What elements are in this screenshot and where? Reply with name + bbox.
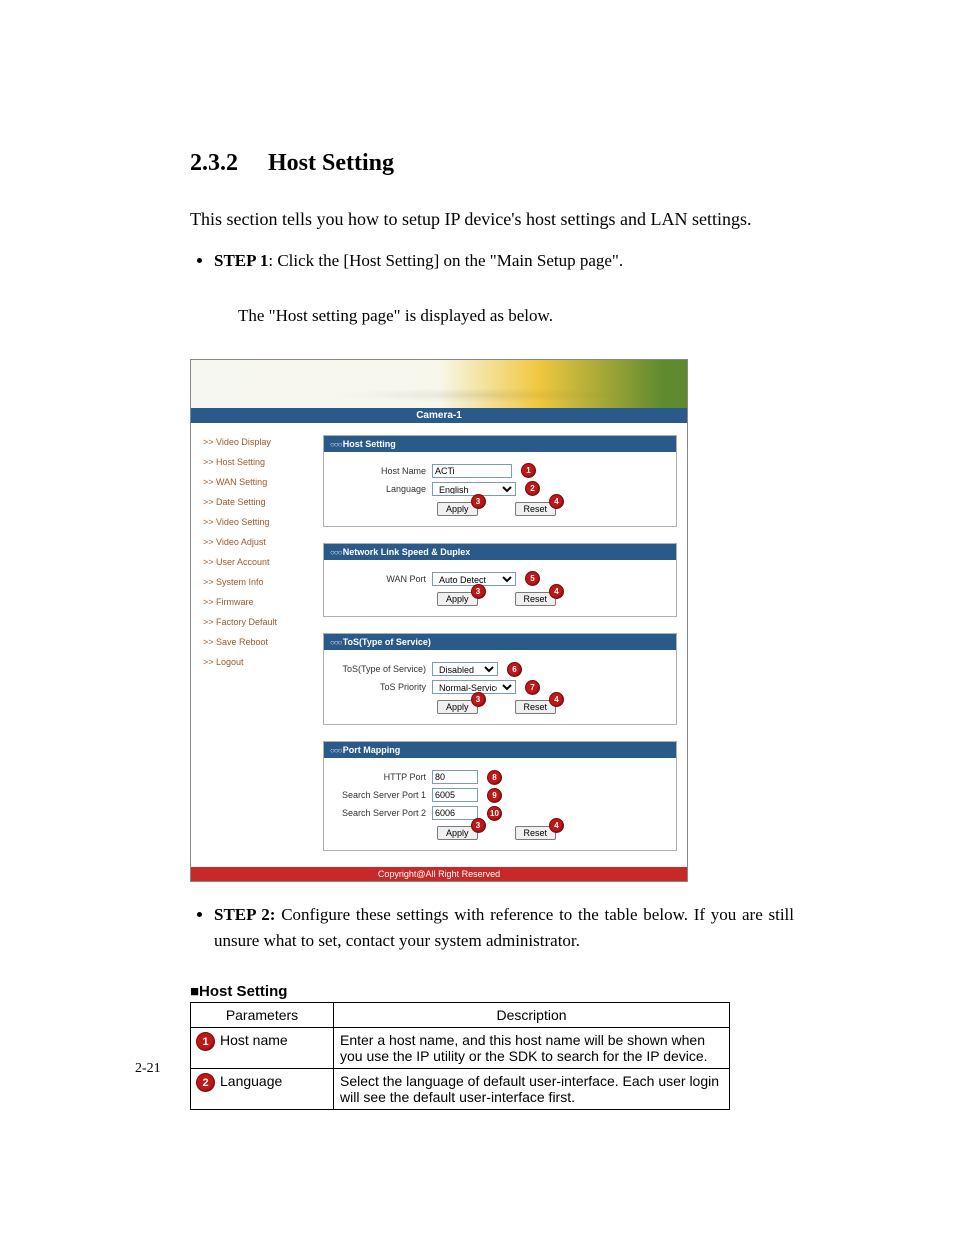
- step1-subtext: The "Host setting page" is displayed as …: [214, 303, 794, 329]
- sidebar-item-user-account[interactable]: >> User Account: [203, 557, 319, 567]
- host-setting-header: Host Setting: [324, 436, 676, 452]
- sidebar-item-video-setting[interactable]: >> Video Setting: [203, 517, 319, 527]
- marker-4: 4: [550, 495, 563, 508]
- marker-2: 2: [526, 482, 539, 495]
- sidebar-item-date-setting[interactable]: >> Date Setting: [203, 497, 319, 507]
- marker-3: 3: [472, 495, 485, 508]
- tos-card: ToS(Type of Service) ToS(Type of Service…: [323, 633, 677, 725]
- col-parameters: Parameters: [191, 1003, 334, 1028]
- sidebar-nav: >> Video Display >> Host Setting >> WAN …: [191, 423, 323, 868]
- marker-3c: 3: [472, 693, 485, 706]
- sidebar-item-logout[interactable]: >> Logout: [203, 657, 319, 667]
- sidebar-item-system-info[interactable]: >> System Info: [203, 577, 319, 587]
- row-param-1: Host name: [220, 1032, 288, 1048]
- host-setting-card: Host Setting Host Name 1 Language Englis…: [323, 435, 677, 527]
- sidebar-item-save-reboot[interactable]: >> Save Reboot: [203, 637, 319, 647]
- sidebar-item-wan-setting[interactable]: >> WAN Setting: [203, 477, 319, 487]
- intro-paragraph: This section tells you how to setup IP d…: [190, 205, 794, 234]
- row-param-2: Language: [220, 1073, 282, 1089]
- marker-9: 9: [488, 789, 501, 802]
- step-2: STEP 2: Configure these settings with re…: [214, 902, 794, 953]
- sidebar-item-host-setting[interactable]: >> Host Setting: [203, 457, 319, 467]
- port-mapping-header: Port Mapping: [324, 742, 676, 758]
- port-mapping-card: Port Mapping HTTP Port 8 Search Server P…: [323, 741, 677, 851]
- marker-3d: 3: [472, 819, 485, 832]
- step-1: STEP 1: Click the [Host Setting] on the …: [214, 248, 794, 329]
- marker-1: 1: [522, 464, 535, 477]
- step2-label: STEP 2:: [214, 905, 275, 924]
- apply-button[interactable]: Apply: [437, 826, 478, 840]
- sidebar-item-video-display[interactable]: >> Video Display: [203, 437, 319, 447]
- marker-4d: 4: [550, 819, 563, 832]
- tos-type-select[interactable]: Disabled: [432, 662, 498, 676]
- wan-port-label: WAN Port: [330, 574, 426, 584]
- marker-4b: 4: [550, 585, 563, 598]
- http-port-input[interactable]: [432, 770, 478, 784]
- sidebar-item-firmware[interactable]: >> Firmware: [203, 597, 319, 607]
- marker-4c: 4: [550, 693, 563, 706]
- section-title-text: Host Setting: [268, 150, 394, 176]
- embedded-screenshot: Camera-1 >> Video Display >> Host Settin…: [190, 359, 688, 883]
- step1-label: STEP 1: [214, 251, 268, 270]
- sidebar-item-video-adjust[interactable]: >> Video Adjust: [203, 537, 319, 547]
- table-row: 2 Language Select the language of default…: [191, 1069, 730, 1110]
- section-heading: 2.3.2 Host Setting: [190, 150, 794, 177]
- host-setting-table: Parameters Description 1 Host name Enter …: [190, 1002, 730, 1110]
- page-number: 2-21: [135, 1061, 161, 1077]
- step1-text: : Click the [Host Setting] on the "Main …: [268, 251, 623, 270]
- sidebar-item-factory-default[interactable]: >> Factory Default: [203, 617, 319, 627]
- apply-button[interactable]: Apply: [437, 700, 478, 714]
- col-description: Description: [334, 1003, 730, 1028]
- language-select[interactable]: English: [432, 482, 516, 496]
- marker-7: 7: [526, 681, 539, 694]
- hostname-label: Host Name: [330, 466, 426, 476]
- camera-title-bar: Camera-1: [191, 408, 687, 423]
- section-number: 2.3.2: [190, 150, 238, 176]
- tos-type-label: ToS(Type of Service): [330, 664, 426, 674]
- row-desc-1: Enter a host name, and this host name wi…: [334, 1028, 730, 1069]
- hostname-input[interactable]: [432, 464, 512, 478]
- apply-button[interactable]: Apply: [437, 592, 478, 606]
- marker-3b: 3: [472, 585, 485, 598]
- step2-text: Configure these settings with reference …: [214, 905, 794, 950]
- banner-image: [191, 360, 687, 408]
- row-desc-2: Select the language of default user-inte…: [334, 1069, 730, 1110]
- search2-label: Search Server Port 2: [330, 808, 426, 818]
- table-row: 1 Host name Enter a host name, and this h…: [191, 1028, 730, 1069]
- tos-priority-select[interactable]: Normal-Service: [432, 680, 516, 694]
- row-marker-1: 1: [197, 1033, 214, 1050]
- marker-10: 10: [488, 807, 501, 820]
- row-marker-2: 2: [197, 1074, 214, 1091]
- language-label: Language: [330, 484, 426, 494]
- search2-input[interactable]: [432, 806, 478, 820]
- marker-5: 5: [526, 572, 539, 585]
- apply-button[interactable]: Apply: [437, 502, 478, 516]
- marker-6: 6: [508, 663, 521, 676]
- search1-label: Search Server Port 1: [330, 790, 426, 800]
- table-heading: ■Host Setting: [190, 983, 794, 1000]
- copyright-bar: Copyright@All Right Reserved: [191, 867, 687, 881]
- network-link-header: Network Link Speed & Duplex: [324, 544, 676, 560]
- tos-header: ToS(Type of Service): [324, 634, 676, 650]
- marker-8: 8: [488, 771, 501, 784]
- tos-priority-label: ToS Priority: [330, 682, 426, 692]
- wan-port-select[interactable]: Auto Detect: [432, 572, 516, 586]
- http-port-label: HTTP Port: [330, 772, 426, 782]
- search1-input[interactable]: [432, 788, 478, 802]
- network-link-card: Network Link Speed & Duplex WAN Port Aut…: [323, 543, 677, 617]
